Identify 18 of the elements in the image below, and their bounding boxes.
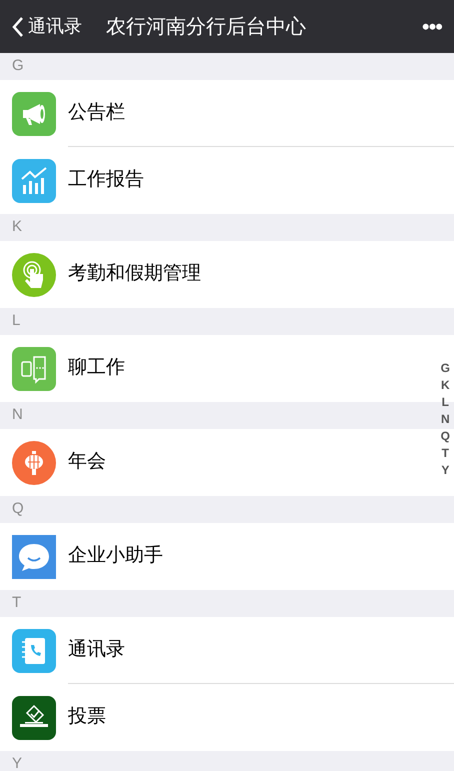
more-button[interactable]: ••• [422,10,442,43]
back-chevron-icon [12,16,24,38]
index-letter[interactable]: Q [440,428,450,445]
index-letter[interactable]: Y [441,462,450,479]
address-book-icon [12,628,56,672]
page-title: 农行河南分行后台中心 [106,14,306,40]
index-letter[interactable]: G [440,360,450,377]
index-letter[interactable]: K [440,377,450,394]
megaphone-icon [12,92,56,136]
back-button[interactable]: 通讯录 [12,13,82,40]
chat-bubble-icon [12,534,56,578]
tap-hand-icon [12,252,56,296]
lantern-icon [12,440,56,484]
phones-icon [12,346,56,390]
index-letter[interactable]: T [442,445,449,462]
index-letter[interactable]: N [440,411,450,428]
bar-chart-icon [12,158,56,202]
ballot-box-icon [12,696,56,740]
